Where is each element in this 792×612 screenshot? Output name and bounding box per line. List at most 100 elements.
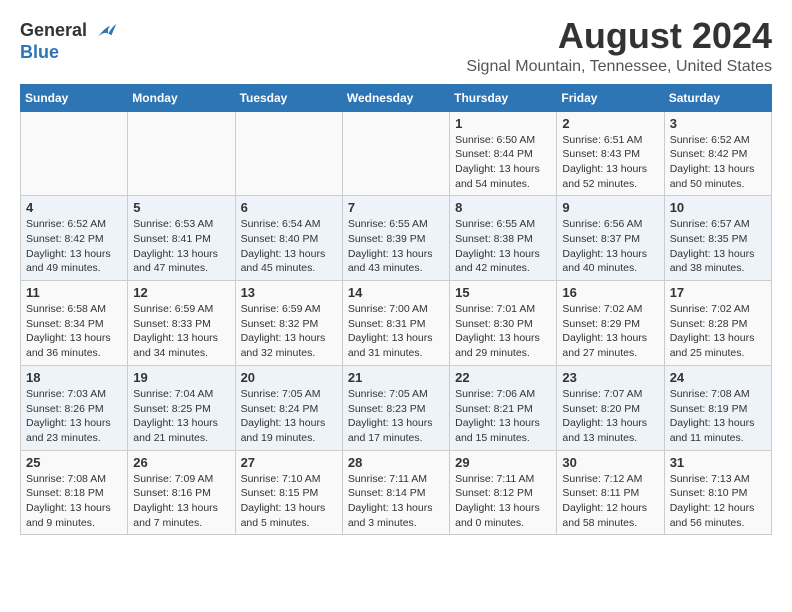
- header-day-sunday: Sunday: [21, 84, 128, 111]
- day-number: 2: [562, 116, 658, 131]
- calendar-cell: 18Sunrise: 7:03 AMSunset: 8:26 PMDayligh…: [21, 365, 128, 450]
- calendar-week-row: 25 Sunrise: 7:08 AMSunset: 8:18 PMDayligh…: [21, 450, 772, 535]
- day-number: 6: [241, 200, 337, 215]
- calendar-cell: 31Sunrise: 7:13 AMSunset: 8:10 PMDayligh…: [664, 450, 771, 535]
- logo-bird-icon: [94, 22, 118, 42]
- header-day-wednesday: Wednesday: [342, 84, 449, 111]
- calendar-cell: 17Sunrise: 7:02 AMSunset: 8:28 PMDayligh…: [664, 281, 771, 366]
- calendar-cell: 7 Sunrise: 6:55 AMSunset: 8:39 PMDaylight…: [342, 196, 449, 281]
- header-day-monday: Monday: [128, 84, 235, 111]
- day-info: Sunrise: 7:08 AMSunset: 8:18 PMDaylight:…: [26, 472, 122, 531]
- day-number: 11: [26, 285, 122, 300]
- day-info: Sunrise: 7:00 AMSunset: 8:31 PMDaylight:…: [348, 302, 444, 361]
- day-number: 14: [348, 285, 444, 300]
- header-day-saturday: Saturday: [664, 84, 771, 111]
- day-number: 1: [455, 116, 551, 131]
- day-info: Sunrise: 6:50 AMSunset: 8:44 PMDaylight:…: [455, 133, 551, 192]
- day-info: Sunrise: 7:01 AMSunset: 8:30 PMDaylight:…: [455, 302, 551, 361]
- day-number: 16: [562, 285, 658, 300]
- day-number: 27: [241, 455, 337, 470]
- header-day-thursday: Thursday: [450, 84, 557, 111]
- day-info: Sunrise: 7:12 AMSunset: 8:11 PMDaylight:…: [562, 472, 658, 531]
- calendar-cell: [21, 111, 128, 196]
- day-number: 24: [670, 370, 766, 385]
- header-row: SundayMondayTuesdayWednesdayThursdayFrid…: [21, 84, 772, 111]
- day-info: Sunrise: 6:54 AMSunset: 8:40 PMDaylight:…: [241, 217, 337, 276]
- calendar-cell: 28Sunrise: 7:11 AMSunset: 8:14 PMDayligh…: [342, 450, 449, 535]
- calendar-cell: 9Sunrise: 6:56 AMSunset: 8:37 PMDaylight…: [557, 196, 664, 281]
- day-info: Sunrise: 7:04 AMSunset: 8:25 PMDaylight:…: [133, 387, 229, 446]
- day-info: Sunrise: 6:53 AMSunset: 8:41 PMDaylight:…: [133, 217, 229, 276]
- day-info: Sunrise: 7:10 AMSunset: 8:15 PMDaylight:…: [241, 472, 337, 531]
- page-header: General Blue August 2024 Signal Mountain…: [20, 16, 772, 76]
- day-number: 3: [670, 116, 766, 131]
- day-info: Sunrise: 6:55 AMSunset: 8:39 PMDaylight:…: [348, 217, 444, 276]
- day-info: Sunrise: 6:55 AMSunset: 8:38 PMDaylight:…: [455, 217, 551, 276]
- calendar-cell: 22Sunrise: 7:06 AMSunset: 8:21 PMDayligh…: [450, 365, 557, 450]
- logo-blue: Blue: [20, 42, 59, 63]
- calendar-week-row: 1 Sunrise: 6:50 AMSunset: 8:44 PMDaylight…: [21, 111, 772, 196]
- day-number: 28: [348, 455, 444, 470]
- calendar-body: 1 Sunrise: 6:50 AMSunset: 8:44 PMDaylight…: [21, 111, 772, 535]
- day-info: Sunrise: 7:02 AMSunset: 8:29 PMDaylight:…: [562, 302, 658, 361]
- calendar-cell: 11 Sunrise: 6:58 AMSunset: 8:34 PMDayligh…: [21, 281, 128, 366]
- calendar-cell: 24Sunrise: 7:08 AMSunset: 8:19 PMDayligh…: [664, 365, 771, 450]
- day-info: Sunrise: 6:52 AMSunset: 8:42 PMDaylight:…: [670, 133, 766, 192]
- day-info: Sunrise: 6:57 AMSunset: 8:35 PMDaylight:…: [670, 217, 766, 276]
- calendar-cell: 15 Sunrise: 7:01 AMSunset: 8:30 PMDayligh…: [450, 281, 557, 366]
- calendar-cell: 12Sunrise: 6:59 AMSunset: 8:33 PMDayligh…: [128, 281, 235, 366]
- day-info: Sunrise: 7:06 AMSunset: 8:21 PMDaylight:…: [455, 387, 551, 446]
- header-day-tuesday: Tuesday: [235, 84, 342, 111]
- calendar-cell: [235, 111, 342, 196]
- day-number: 20: [241, 370, 337, 385]
- location-subtitle: Signal Mountain, Tennessee, United State…: [466, 58, 772, 76]
- day-info: Sunrise: 7:05 AMSunset: 8:23 PMDaylight:…: [348, 387, 444, 446]
- calendar-cell: 10 Sunrise: 6:57 AMSunset: 8:35 PMDayligh…: [664, 196, 771, 281]
- day-number: 5: [133, 200, 229, 215]
- day-info: Sunrise: 6:58 AMSunset: 8:34 PMDaylight:…: [26, 302, 122, 361]
- month-title: August 2024: [466, 16, 772, 56]
- day-info: Sunrise: 7:03 AMSunset: 8:26 PMDaylight:…: [26, 387, 122, 446]
- day-number: 21: [348, 370, 444, 385]
- day-number: 4: [26, 200, 122, 215]
- calendar-cell: 30Sunrise: 7:12 AMSunset: 8:11 PMDayligh…: [557, 450, 664, 535]
- header-day-friday: Friday: [557, 84, 664, 111]
- calendar-cell: 5 Sunrise: 6:53 AMSunset: 8:41 PMDaylight…: [128, 196, 235, 281]
- calendar-cell: 1 Sunrise: 6:50 AMSunset: 8:44 PMDaylight…: [450, 111, 557, 196]
- day-number: 25: [26, 455, 122, 470]
- day-number: 26: [133, 455, 229, 470]
- day-number: 7: [348, 200, 444, 215]
- day-number: 8: [455, 200, 551, 215]
- day-number: 17: [670, 285, 766, 300]
- calendar-cell: 20 Sunrise: 7:05 AMSunset: 8:24 PMDayligh…: [235, 365, 342, 450]
- day-info: Sunrise: 7:11 AMSunset: 8:12 PMDaylight:…: [455, 472, 551, 531]
- calendar-table: SundayMondayTuesdayWednesdayThursdayFrid…: [20, 84, 772, 536]
- day-info: Sunrise: 6:52 AMSunset: 8:42 PMDaylight:…: [26, 217, 122, 276]
- calendar-cell: 19Sunrise: 7:04 AMSunset: 8:25 PMDayligh…: [128, 365, 235, 450]
- calendar-cell: 27 Sunrise: 7:10 AMSunset: 8:15 PMDayligh…: [235, 450, 342, 535]
- calendar-cell: 16 Sunrise: 7:02 AMSunset: 8:29 PMDayligh…: [557, 281, 664, 366]
- day-info: Sunrise: 6:56 AMSunset: 8:37 PMDaylight:…: [562, 217, 658, 276]
- day-info: Sunrise: 6:51 AMSunset: 8:43 PMDaylight:…: [562, 133, 658, 192]
- day-number: 15: [455, 285, 551, 300]
- calendar-cell: 14 Sunrise: 7:00 AMSunset: 8:31 PMDayligh…: [342, 281, 449, 366]
- calendar-week-row: 18Sunrise: 7:03 AMSunset: 8:26 PMDayligh…: [21, 365, 772, 450]
- day-number: 10: [670, 200, 766, 215]
- day-info: Sunrise: 7:05 AMSunset: 8:24 PMDaylight:…: [241, 387, 337, 446]
- day-info: Sunrise: 7:13 AMSunset: 8:10 PMDaylight:…: [670, 472, 766, 531]
- calendar-cell: 23Sunrise: 7:07 AMSunset: 8:20 PMDayligh…: [557, 365, 664, 450]
- calendar-header: SundayMondayTuesdayWednesdayThursdayFrid…: [21, 84, 772, 111]
- calendar-cell: 29Sunrise: 7:11 AMSunset: 8:12 PMDayligh…: [450, 450, 557, 535]
- calendar-cell: [128, 111, 235, 196]
- calendar-cell: 3 Sunrise: 6:52 AMSunset: 8:42 PMDaylight…: [664, 111, 771, 196]
- day-info: Sunrise: 7:09 AMSunset: 8:16 PMDaylight:…: [133, 472, 229, 531]
- calendar-cell: 25 Sunrise: 7:08 AMSunset: 8:18 PMDayligh…: [21, 450, 128, 535]
- calendar-week-row: 4 Sunrise: 6:52 AMSunset: 8:42 PMDaylight…: [21, 196, 772, 281]
- day-number: 13: [241, 285, 337, 300]
- calendar-cell: 6 Sunrise: 6:54 AMSunset: 8:40 PMDaylight…: [235, 196, 342, 281]
- calendar-cell: 4 Sunrise: 6:52 AMSunset: 8:42 PMDaylight…: [21, 196, 128, 281]
- day-number: 23: [562, 370, 658, 385]
- day-info: Sunrise: 6:59 AMSunset: 8:33 PMDaylight:…: [133, 302, 229, 361]
- logo-general: General: [20, 20, 87, 40]
- calendar-cell: 13Sunrise: 6:59 AMSunset: 8:32 PMDayligh…: [235, 281, 342, 366]
